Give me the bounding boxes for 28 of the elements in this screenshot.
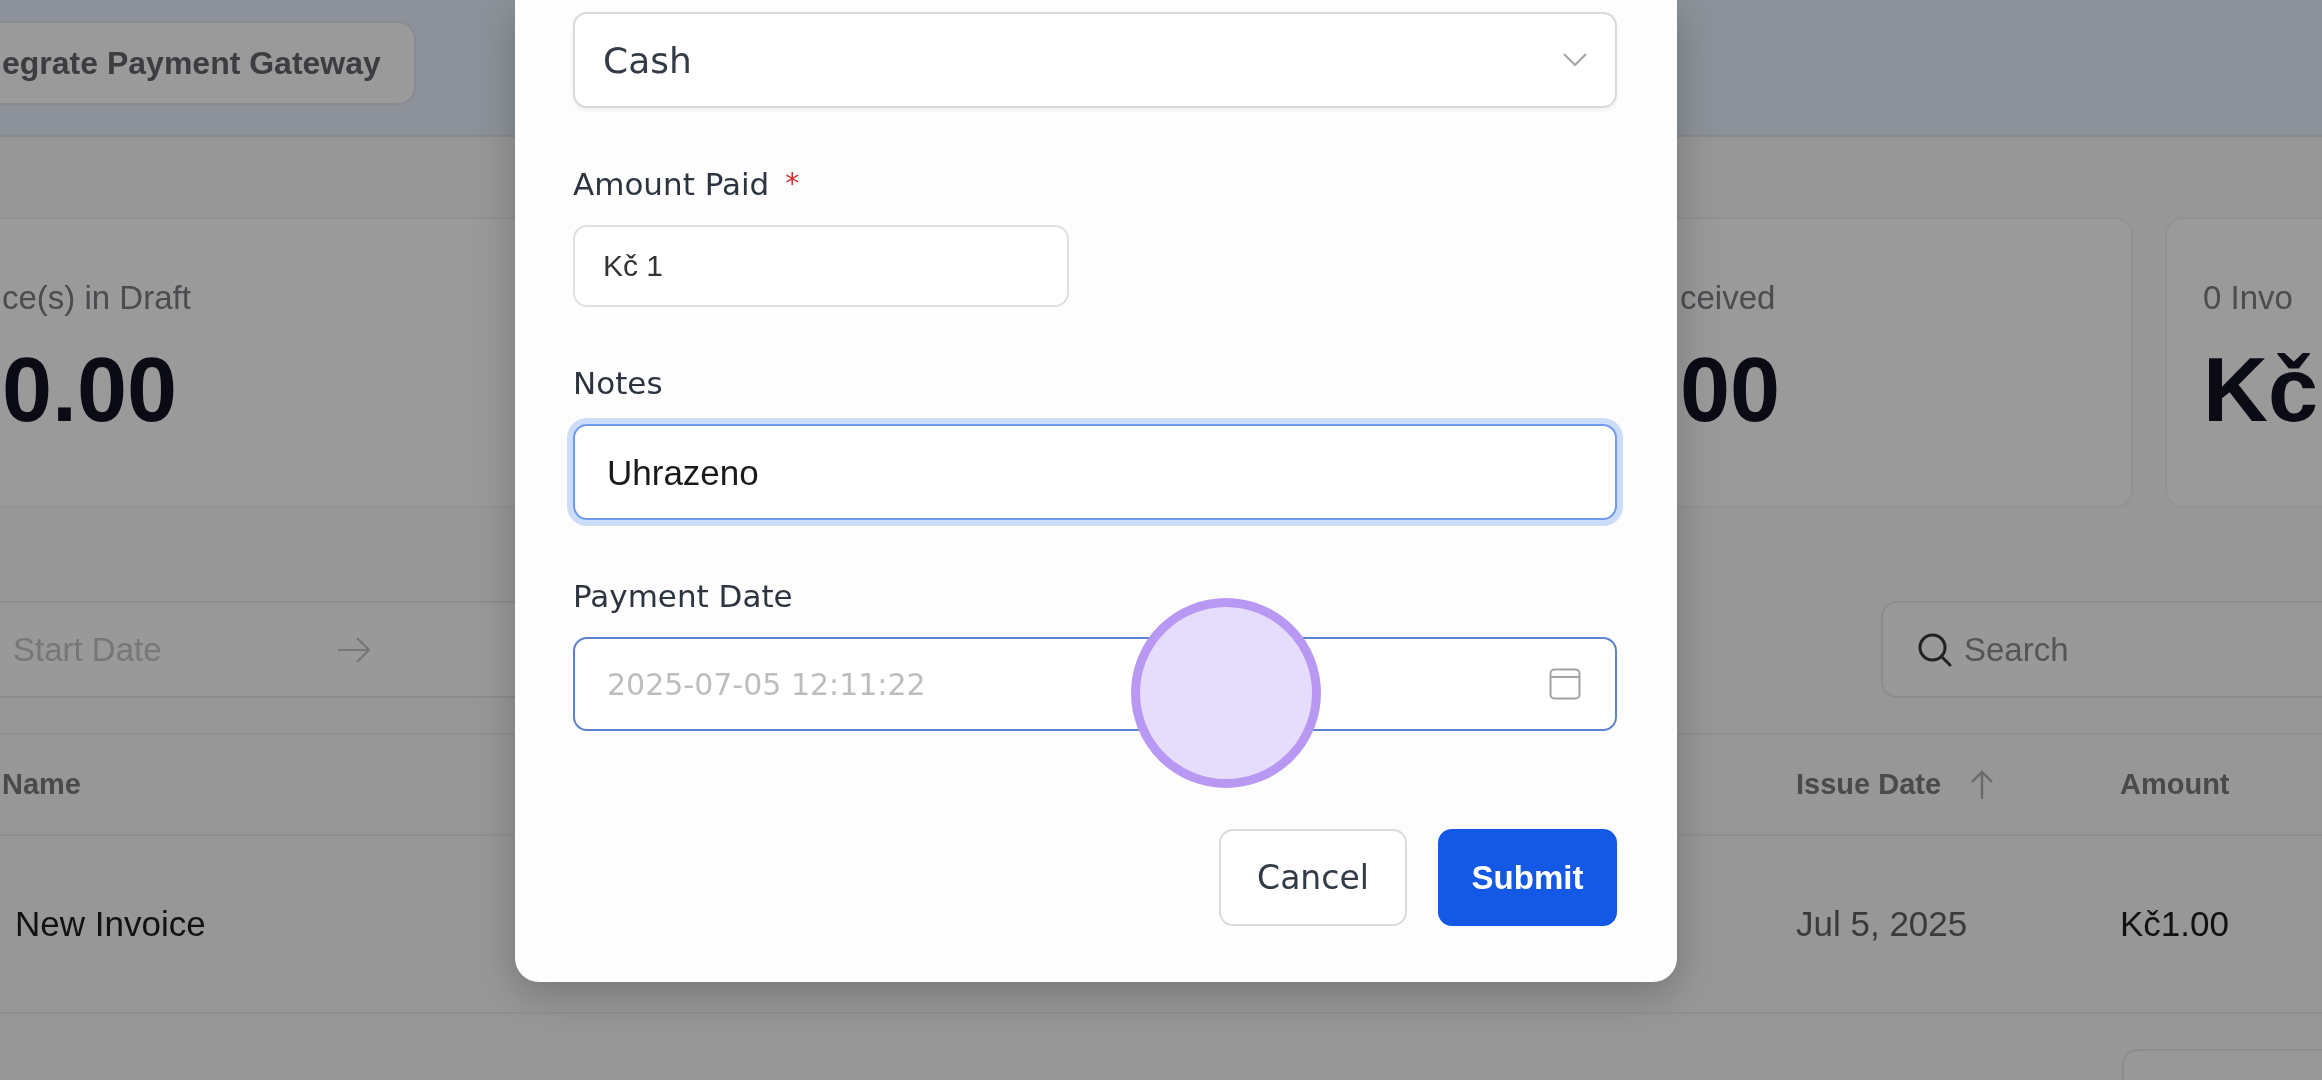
calendar-icon xyxy=(1549,668,1581,700)
column-header[interactable]: Amount xyxy=(2120,768,2230,801)
submit-button[interactable]: Submit xyxy=(1438,829,1617,926)
table-cell-text: New Invoice xyxy=(14,904,206,943)
field-label: Payment Date xyxy=(573,578,793,614)
text-input[interactable]: Kč 1 xyxy=(573,225,1069,307)
stat-label: 0 Invo xyxy=(2203,278,2294,318)
field-label: Notes xyxy=(573,365,663,401)
search-icon xyxy=(1918,632,1952,667)
cancel-button[interactable]: Cancel xyxy=(1219,829,1407,926)
stat-value: 0.00 xyxy=(2,340,179,440)
search-field[interactable]: Search xyxy=(1881,601,2322,698)
required-mark: * xyxy=(785,166,800,202)
column-header[interactable]: Name xyxy=(0,768,81,801)
field-label: Amount Paid xyxy=(573,166,770,202)
stat-label: ce(s) in Draft xyxy=(2,278,192,318)
stat-value: 00 xyxy=(1680,340,1782,440)
column-header[interactable]: Issue Date xyxy=(1796,768,1994,801)
chevron-down-icon xyxy=(1563,53,1587,67)
integrate-gateway-button[interactable]: egrate Payment Gateway xyxy=(0,21,416,105)
stat-value: Kč xyxy=(2203,340,2320,440)
table-cell: Jul 5, 2025 xyxy=(1796,904,1968,943)
stat-label: ceived xyxy=(1680,278,1777,318)
up-arrow-icon xyxy=(1971,769,1994,800)
notes-textarea[interactable]: Uhrazeno xyxy=(573,424,1617,520)
table-cell: Kč1.00 xyxy=(2120,904,2229,943)
select-field[interactable]: Cash xyxy=(573,12,1617,108)
right-arrow-icon xyxy=(337,636,371,663)
